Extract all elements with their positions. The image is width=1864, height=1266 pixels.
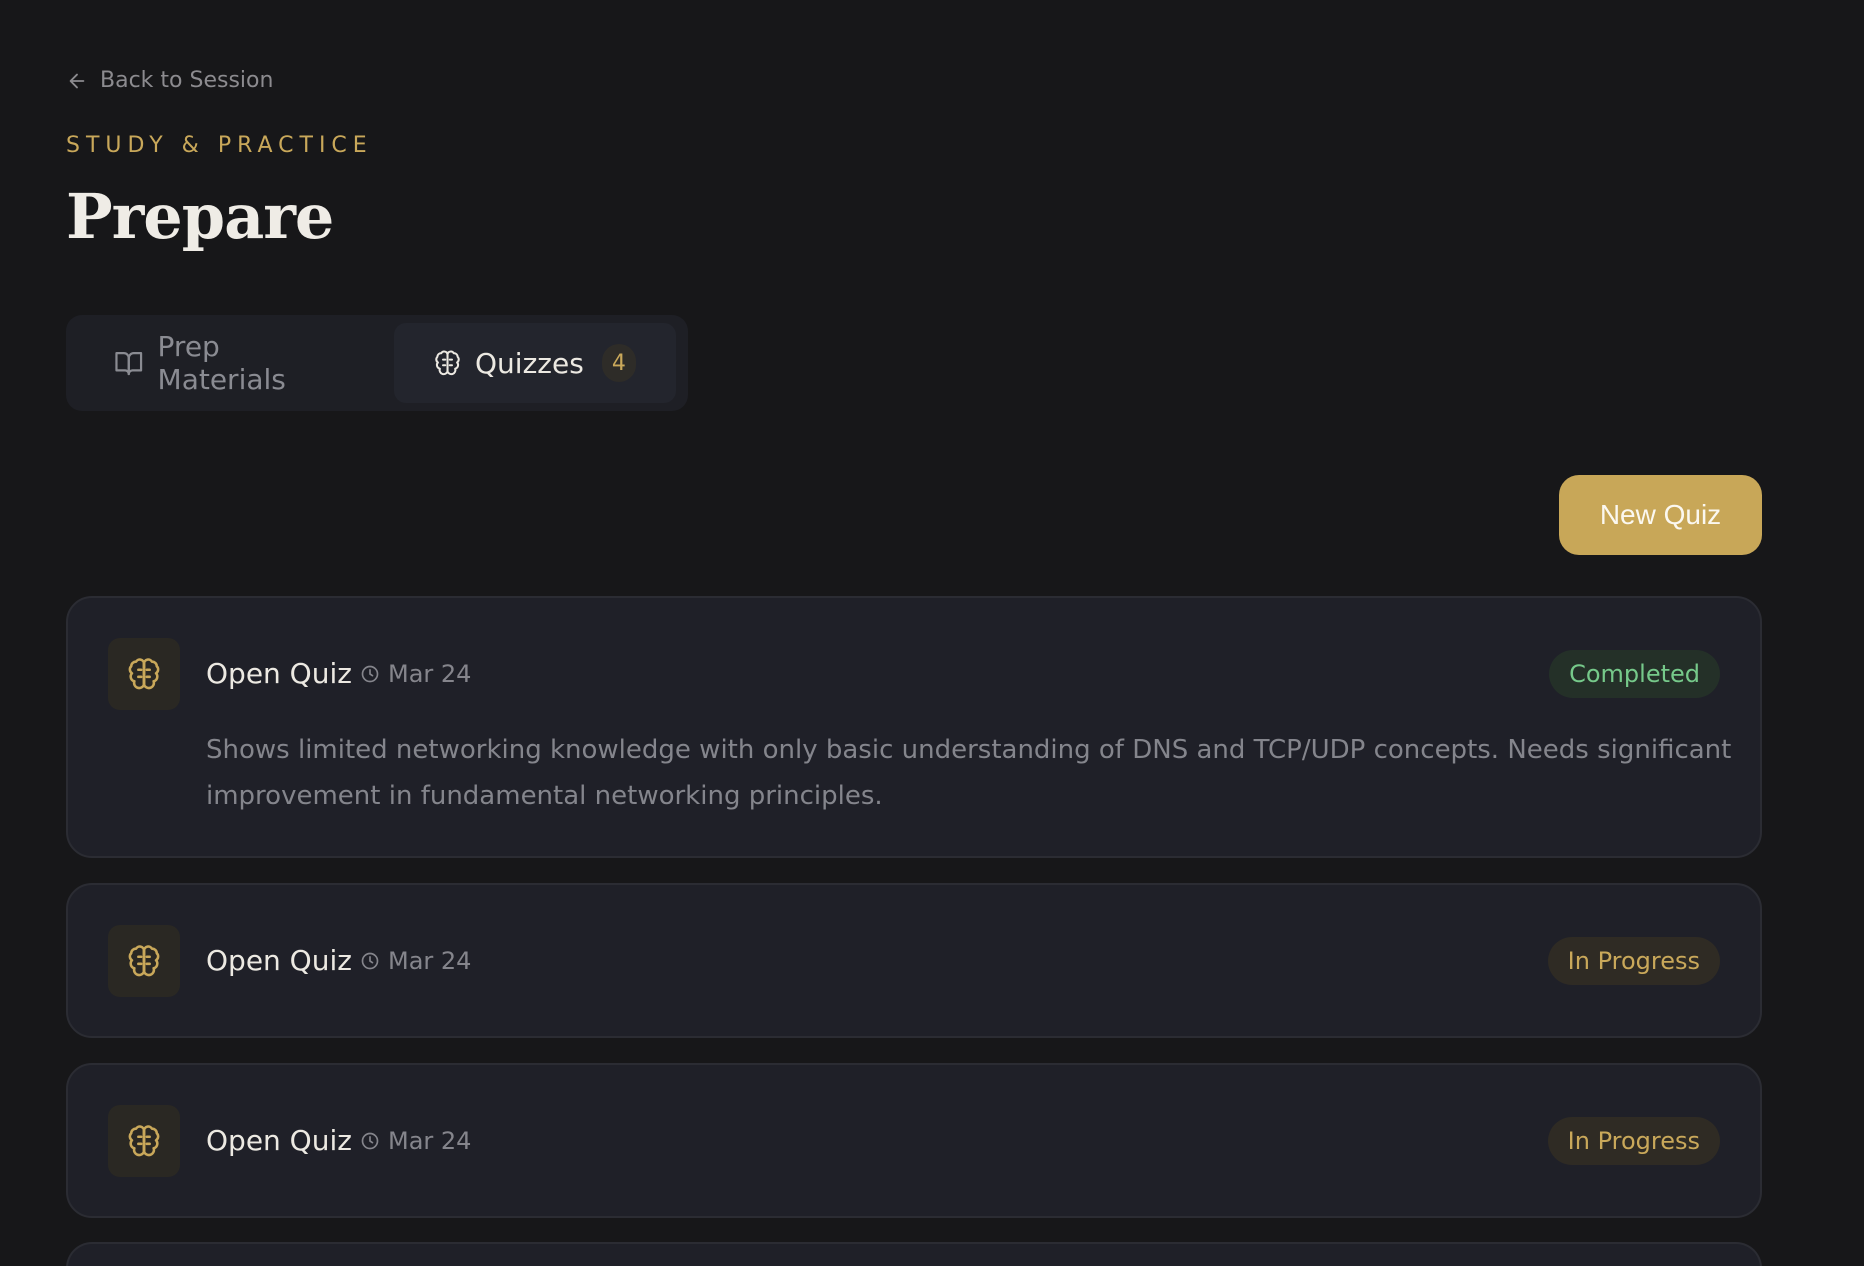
quiz-title: Open Quiz [206,944,352,977]
quiz-card[interactable]: Open Quiz Mar 24 In Progress [66,1063,1762,1218]
quiz-card-partial[interactable] [66,1242,1762,1266]
book-icon [115,352,143,376]
quiz-icon-tile [108,1105,180,1177]
quiz-icon-tile [108,925,180,997]
brain-icon [128,658,160,690]
tab-quizzes[interactable]: Quizzes 4 [394,323,676,403]
quiz-title: Open Quiz [206,1124,352,1157]
clock-icon [361,952,379,970]
brain-icon [128,1125,160,1157]
quiz-count-badge: 4 [601,344,636,382]
quiz-icon-tile [108,638,180,710]
back-to-session-link[interactable]: Back to Session [66,68,273,93]
tab-prep-materials[interactable]: Prep Materials [74,323,394,403]
quiz-date: Mar 24 [360,1127,471,1155]
back-label: Back to Session [100,68,274,93]
tab-bar: Prep Materials Quizzes 4 [66,315,688,411]
quiz-card[interactable]: Open Quiz Mar 24 Completed Shows limited… [66,596,1762,858]
quiz-date: Mar 24 [360,947,471,975]
tab-label: Prep Materials [157,330,286,396]
quiz-date-text: Mar 24 [388,660,472,688]
prepare-page: Back to Session STUDY & PRACTICE Prepare… [0,0,1864,1266]
clock-icon [361,1132,379,1150]
section-eyebrow: STUDY & PRACTICE [66,133,373,158]
quiz-date-text: Mar 24 [388,947,472,975]
quiz-date: Mar 24 [360,660,471,688]
quiz-title: Open Quiz [206,657,352,690]
status-badge: In Progress [1547,1117,1720,1165]
clock-icon [361,665,379,683]
status-badge: Completed [1549,650,1720,698]
page-title: Prepare [66,180,334,253]
new-quiz-button[interactable]: New Quiz [1559,475,1762,555]
status-badge: In Progress [1547,937,1720,985]
brain-icon [128,945,160,977]
quiz-description: Shows limited networking knowledge with … [206,735,1732,811]
arrow-left-icon [69,73,85,88]
quiz-date-text: Mar 24 [388,1127,472,1155]
brain-icon [435,350,460,376]
quiz-card[interactable]: Open Quiz Mar 24 In Progress [66,883,1762,1038]
tab-label: Quizzes [475,346,584,380]
